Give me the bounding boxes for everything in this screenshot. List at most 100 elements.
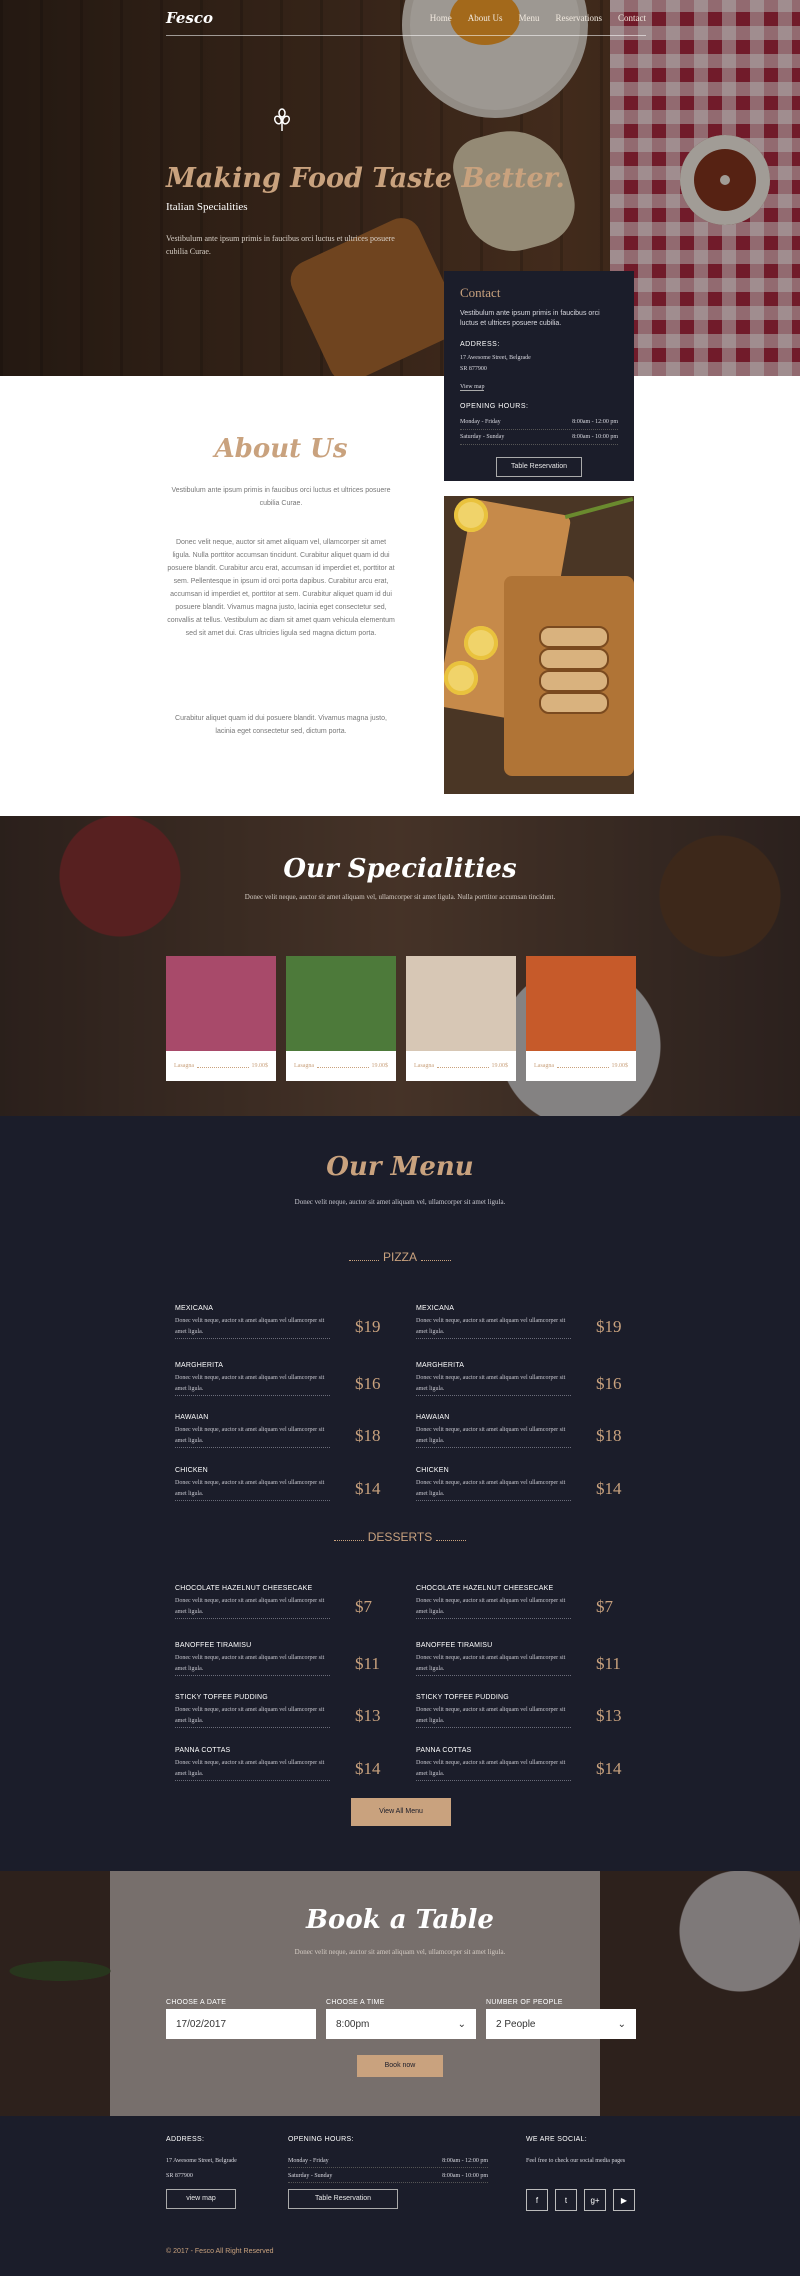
menu-item: MARGHERITA Donec velit neque, auctor sit … — [416, 1362, 622, 1396]
menu-item: CHICKEN Donec velit neque, auctor sit ame… — [416, 1467, 622, 1501]
menu-item-desc: Donec velit neque, auctor sit amet aliqu… — [175, 1478, 330, 1501]
twitter-icon[interactable]: t — [555, 2189, 577, 2211]
menu-item-name: MEXICANA — [416, 1305, 455, 1312]
menu-item-price: $13 — [355, 1706, 381, 1725]
menu-category: PIZZA — [0, 1250, 800, 1264]
nav-item-about[interactable]: About Us — [468, 13, 503, 23]
menu-item: BANOFFEE TIRAMISU Donec velit neque, auct… — [416, 1642, 621, 1676]
about-section: About Us Vestibulum ante ipsum primis in… — [0, 376, 800, 816]
speciality-caption: Lasagna 19.00$ — [166, 1051, 276, 1081]
view-all-menu-button[interactable]: View All Menu — [351, 1798, 451, 1826]
youtube-icon[interactable]: ▶ — [613, 2189, 635, 2211]
menu-item-name: HAWAIAN — [416, 1414, 450, 1421]
specialities-text: Donec velit neque, auctor sit amet aliqu… — [244, 893, 556, 901]
copyright: © 2017 - Fesco All Right Reserved — [166, 2248, 274, 2255]
menu-item-name: BANOFFEE TIRAMISU — [175, 1642, 252, 1649]
footer-social-text: Feel free to check our social media page… — [526, 2158, 626, 2164]
menu-item-desc: Donec velit neque, auctor sit amet aliqu… — [416, 1425, 571, 1448]
speciality-caption: Lasagna 19.00$ — [286, 1051, 396, 1081]
hero-subtitle: Italian Specialities — [166, 201, 248, 213]
menu-item-desc: Donec velit neque, auctor sit amet aliqu… — [175, 1373, 330, 1396]
site-logo[interactable]: Fesco — [166, 9, 213, 27]
menu-item-desc: Donec velit neque, auctor sit amet aliqu… — [416, 1373, 571, 1396]
menu-item-name: MARGHERITA — [416, 1362, 465, 1369]
contact-card: Contact Vestibulum ante ipsum primis in … — [444, 271, 634, 481]
menu-item-name: PANNA COTTAS — [175, 1747, 231, 1754]
facebook-icon[interactable]: f — [526, 2189, 548, 2211]
menu-item-desc: Donec velit neque, auctor sit amet aliqu… — [175, 1653, 330, 1676]
speciality-image — [166, 956, 276, 1051]
footer-address-line2: SR 877900 — [166, 2173, 193, 2179]
nav-menu: Home About Us Menu Reservations Contact — [430, 13, 646, 23]
speciality-name: Lasagna — [174, 1063, 194, 1069]
menu-item-name: BANOFFEE TIRAMISU — [416, 1642, 493, 1649]
time-label: CHOOSE A TIME — [326, 1999, 385, 2006]
speciality-card[interactable]: Lasagna 19.00$ — [166, 956, 276, 1081]
menu-item-name: STICKY TOFFEE PUDDING — [416, 1694, 509, 1701]
hero-text: Vestibulum ante ipsum primis in faucibus… — [166, 234, 395, 256]
menu-item-price: $11 — [355, 1654, 380, 1673]
book-now-button[interactable]: Book now — [357, 2055, 443, 2077]
people-select[interactable]: 2 People ⌄ — [486, 2009, 636, 2039]
nav-item-reservations[interactable]: Reservations — [556, 13, 603, 23]
footer-table-reservation-button[interactable]: Table Reservation — [288, 2189, 398, 2209]
menu-item-desc: Donec velit neque, auctor sit amet aliqu… — [175, 1425, 330, 1448]
specialities-cards: Lasagna 19.00$ Lasagna 19.00$ Lasagna 19.00$ L… — [166, 956, 636, 1081]
table-reservation-button[interactable]: Table Reservation — [496, 457, 582, 477]
contact-title: Contact — [460, 285, 501, 300]
menu-item-price: $19 — [355, 1317, 381, 1336]
speciality-price: 19.00$ — [491, 1063, 509, 1069]
menu-item: CHOCOLATE HAZELNUT CHEESECAKE Donec velit… — [416, 1585, 616, 1619]
contact-address-label: ADDRESS: — [460, 341, 500, 348]
menu-item-desc: Donec velit neque, auctor sit amet aliqu… — [416, 1316, 571, 1339]
menu-item-name: HAWAIAN — [175, 1414, 209, 1421]
nav-item-contact[interactable]: Contact — [618, 13, 646, 23]
contact-hours-row: Monday - Friday 8:00am - 12:00 pm — [460, 415, 618, 430]
menu-item: MEXICANA Donec velit neque, auctor sit am… — [175, 1305, 381, 1339]
google-plus-icon[interactable]: g+ — [584, 2189, 606, 2211]
contact-hours-row: Saturday - Sunday 8:00am - 10:00 pm — [460, 430, 618, 445]
menu-item: MARGHERITA Donec velit neque, auctor sit … — [175, 1362, 381, 1396]
contact-address-line1: 17 Awesome Street, Belgrade — [460, 355, 531, 361]
menu-item: PANNA COTTAS Donec velit neque, auctor si… — [416, 1747, 622, 1781]
menu-item: MEXICANA Donec velit neque, auctor sit am… — [416, 1305, 622, 1339]
speciality-price: 19.00$ — [611, 1063, 629, 1069]
about-title: About Us — [214, 434, 348, 464]
nav-item-menu[interactable]: Menu — [519, 13, 540, 23]
speciality-caption: Lasagna 19.00$ — [526, 1051, 636, 1081]
chevron-down-icon: ⌄ — [457, 2018, 466, 2030]
menu-item-price: $11 — [596, 1654, 621, 1673]
menu-item-price: $14 — [596, 1759, 622, 1778]
menu-item: PANNA COTTAS Donec velit neque, auctor si… — [175, 1747, 381, 1781]
speciality-card[interactable]: Lasagna 19.00$ — [406, 956, 516, 1081]
speciality-image — [526, 956, 636, 1051]
menu-item-name: MARGHERITA — [175, 1362, 224, 1369]
menu-item-desc: Donec velit neque, auctor sit amet aliqu… — [416, 1758, 571, 1781]
menu-item: CHICKEN Donec velit neque, auctor sit ame… — [175, 1467, 381, 1501]
wheat-icon — [273, 108, 291, 131]
menu-item: BANOFFEE TIRAMISU Donec velit neque, auct… — [175, 1642, 380, 1676]
menu-item-price: $14 — [355, 1479, 381, 1498]
time-select[interactable]: 8:00pm ⌄ — [326, 2009, 476, 2039]
footer-address-line1: 17 Awesome Street, Belgrade — [166, 2158, 237, 2164]
chevron-down-icon: ⌄ — [617, 2018, 626, 2030]
book-section: Book a Table Donec velit neque, auctor s… — [0, 1871, 800, 2116]
speciality-card[interactable]: Lasagna 19.00$ — [286, 956, 396, 1081]
book-title: Book a Table — [306, 1905, 494, 1935]
footer-view-map-button[interactable]: view map — [166, 2189, 236, 2209]
top-nav: Fesco Home About Us Menu Reservations Co… — [166, 0, 646, 36]
menu-item-name: CHICKEN — [416, 1467, 449, 1474]
menu-item-name: STICKY TOFFEE PUDDING — [175, 1694, 268, 1701]
hero-section: Fesco Home About Us Menu Reservations Co… — [0, 0, 800, 376]
contact-view-map-link[interactable]: View map — [460, 384, 485, 391]
menu-subtitle: Donec velit neque, auctor sit amet aliqu… — [294, 1198, 506, 1206]
speciality-card[interactable]: Lasagna 19.00$ — [526, 956, 636, 1081]
specialities-title: Our Specialities — [283, 854, 517, 884]
nav-item-home[interactable]: Home — [430, 13, 452, 23]
contact-intro: Vestibulum ante ipsum primis in faucibus… — [460, 310, 600, 327]
about-food-image — [444, 496, 634, 794]
footer-hours-row: Monday - Friday 8:00am - 12:00 pm — [288, 2156, 488, 2168]
menu-item-name: MEXICANA — [175, 1305, 214, 1312]
footer-social-label: WE ARE SOCIAL: — [526, 2136, 587, 2143]
date-input[interactable]: 17/02/2017 — [166, 2009, 316, 2039]
